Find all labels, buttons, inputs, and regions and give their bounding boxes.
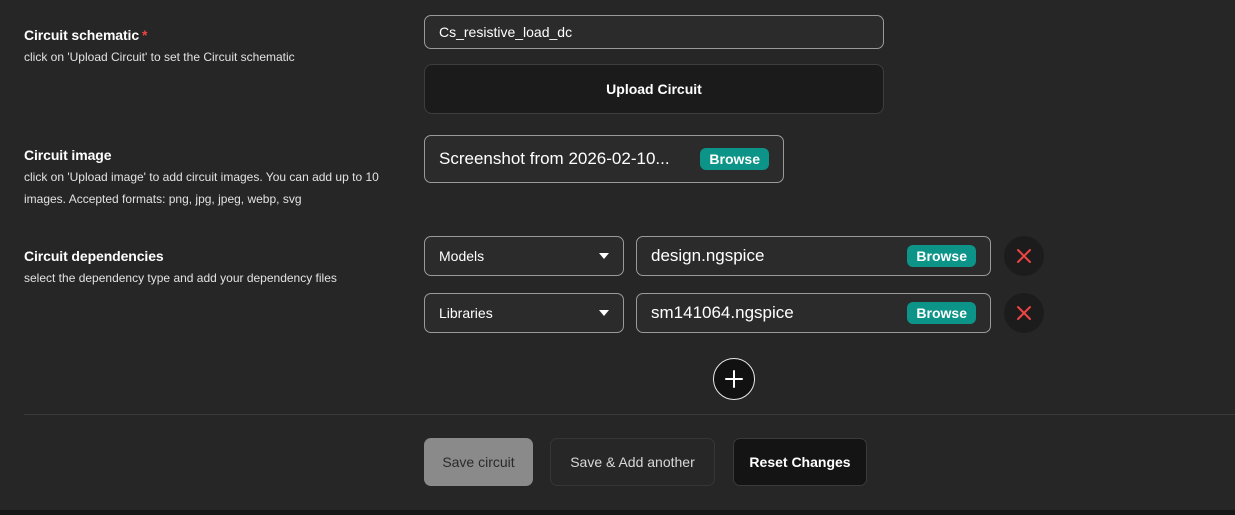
image-label-group: Circuit image click on 'Upload image' to… [24,147,414,210]
image-file-name: Screenshot from 2026-02-10... [439,149,670,168]
section-divider [24,414,1235,415]
image-browse-button[interactable]: Browse [700,148,769,170]
close-icon [1017,306,1031,320]
chevron-down-icon [599,253,609,259]
circuit-image-file-field[interactable]: Screenshot from 2026-02-10... Browse [424,135,784,183]
remove-dependency-button[interactable] [1004,293,1044,333]
dependencies-label-group: Circuit dependencies select the dependen… [24,248,337,289]
upload-circuit-label: Upload Circuit [606,81,702,97]
plus-icon [725,370,743,388]
remove-dependency-button[interactable] [1004,236,1044,276]
dependency-file-name: sm141064.ngspice [651,303,794,322]
schematic-label-group: Circuit schematic * click on 'Upload Circ… [24,27,295,68]
dependencies-title: Circuit dependencies [24,248,164,264]
close-icon [1017,249,1031,263]
dependency-browse-button[interactable]: Browse [907,302,976,324]
dependency-file-field[interactable]: design.ngspice Browse [636,236,991,276]
upload-circuit-button[interactable]: Upload Circuit [424,64,884,114]
image-description: click on 'Upload image' to add circuit i… [24,170,379,206]
bottom-strip [0,510,1235,515]
dependency-type-select[interactable]: Libraries [424,293,624,333]
image-title: Circuit image [24,147,112,163]
save-circuit-button[interactable]: Save circuit [424,438,533,486]
schematic-description: click on 'Upload Circuit' to set the Cir… [24,50,295,64]
dependency-file-name: design.ngspice [651,246,765,265]
reset-changes-button[interactable]: Reset Changes [733,438,867,486]
dependency-type-value: Models [439,248,485,264]
circuit-name-input[interactable] [424,15,884,49]
dependency-file-field[interactable]: sm141064.ngspice Browse [636,293,991,333]
dependency-type-select[interactable]: Models [424,236,624,276]
save-and-add-another-button[interactable]: Save & Add another [550,438,715,486]
required-mark: * [142,27,148,43]
add-dependency-button[interactable] [713,358,755,400]
chevron-down-icon [599,310,609,316]
dependency-browse-button[interactable]: Browse [907,245,976,267]
dependency-type-value: Libraries [439,305,493,321]
dependencies-description: select the dependency type and add your … [24,271,337,285]
schematic-title: Circuit schematic * [24,27,148,43]
